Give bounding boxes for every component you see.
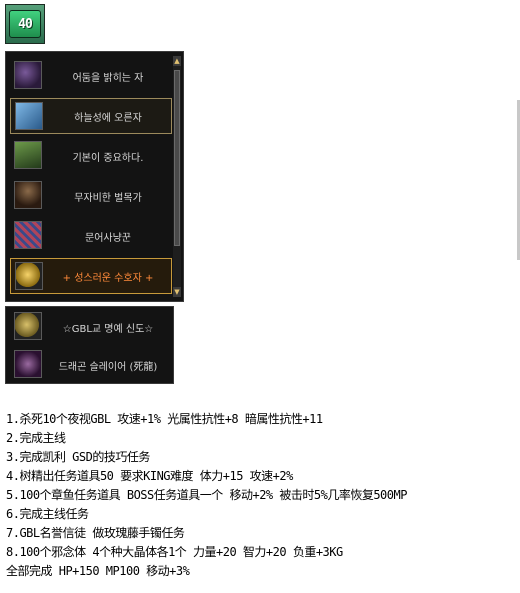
- title-item-label: 무자비한 벌목가: [74, 192, 142, 204]
- title-item-label: ☆GBL교 명예 신도☆: [62, 323, 154, 335]
- title-list-scrollbar[interactable]: ▲ ▼: [173, 56, 181, 297]
- title-item-sky-castle[interactable]: 하늘성에 오른자: [10, 98, 172, 134]
- quest-line: 5.100个章鱼任务道具 BOSS任务道具一个 移动+2% 被击时5%几率恢复5…: [6, 488, 407, 502]
- title-item-label: 어둠을 밝히는 자: [72, 72, 144, 84]
- title-item-basics[interactable]: 기본이 중요하다.: [10, 138, 172, 174]
- squid-icon: [14, 221, 42, 249]
- title-item-holy-guardian[interactable]: + 성스러운 수호자 +: [10, 258, 172, 294]
- quest-line: 4.树精出任务道具50 要求KING难度 体力+15 攻速+2%: [6, 469, 293, 483]
- scroll-down-arrow-icon[interactable]: ▼: [173, 287, 181, 297]
- quest-line: 2.完成主线: [6, 431, 66, 445]
- title-list-panel: 어둠을 밝히는 자 하늘성에 오른자 기본이 중요하다. 무자비한 벌목가 문어…: [5, 51, 184, 302]
- title-item-label: 드래곤 슬레이어 (死龍): [58, 361, 158, 373]
- coin-icon: [14, 312, 42, 340]
- gold-coin-icon: [15, 262, 43, 290]
- tower-icon: [15, 102, 43, 130]
- title-item-dragon-slayer[interactable]: 드래곤 슬레이어 (死龍): [10, 347, 172, 383]
- title-item-label: 문어사냥꾼: [85, 232, 131, 244]
- quest-line: 3.完成凯利 GSD的技巧任务: [6, 450, 150, 464]
- scroll-thumb[interactable]: [174, 70, 180, 246]
- book-icon: [14, 141, 42, 169]
- tree-icon: [14, 181, 42, 209]
- quest-line: 1.杀死10个夜视GBL 攻速+1% 光属性抗性+8 暗属性抗性+11: [6, 412, 323, 426]
- level-badge-number: 40: [9, 10, 41, 38]
- title-item-lumberjack[interactable]: 무자비한 벌목가: [10, 178, 172, 214]
- dragon-icon: [14, 350, 42, 378]
- title-item-label: 하늘성에 오른자: [74, 112, 142, 124]
- title-item-label: 기본이 중요하다.: [72, 152, 144, 164]
- level-40-badge-icon: 40: [5, 4, 45, 44]
- title-item-gbl-devotee[interactable]: ☆GBL교 명예 신도☆: [10, 309, 172, 345]
- quest-summary-line: 全部完成 HP+150 MP100 移动+3%: [6, 564, 190, 578]
- title-item-darkness[interactable]: 어둠을 밝히는 자: [10, 58, 172, 94]
- title-item-label: + 성스러운 수호자 +: [62, 272, 154, 284]
- quest-line: 8.100个邪念体 4个种大晶体各1个 力量+20 智力+20 负重+3KG: [6, 545, 343, 559]
- moon-portrait-icon: [14, 61, 42, 89]
- title-list-extra-panel: ☆GBL교 명예 신도☆ 드래곤 슬레이어 (死龍): [5, 306, 174, 384]
- quest-requirements-text: 1.杀死10个夜视GBL 攻速+1% 光属性抗性+8 暗属性抗性+11 2.完成…: [6, 410, 520, 581]
- quest-line: 7.GBL名誉信徒 做玫瑰藤手镯任务: [6, 526, 185, 540]
- title-item-octopus-hunter[interactable]: 문어사냥꾼: [10, 218, 172, 254]
- quest-line: 6.完成主线任务: [6, 507, 89, 521]
- scroll-up-arrow-icon[interactable]: ▲: [173, 56, 181, 66]
